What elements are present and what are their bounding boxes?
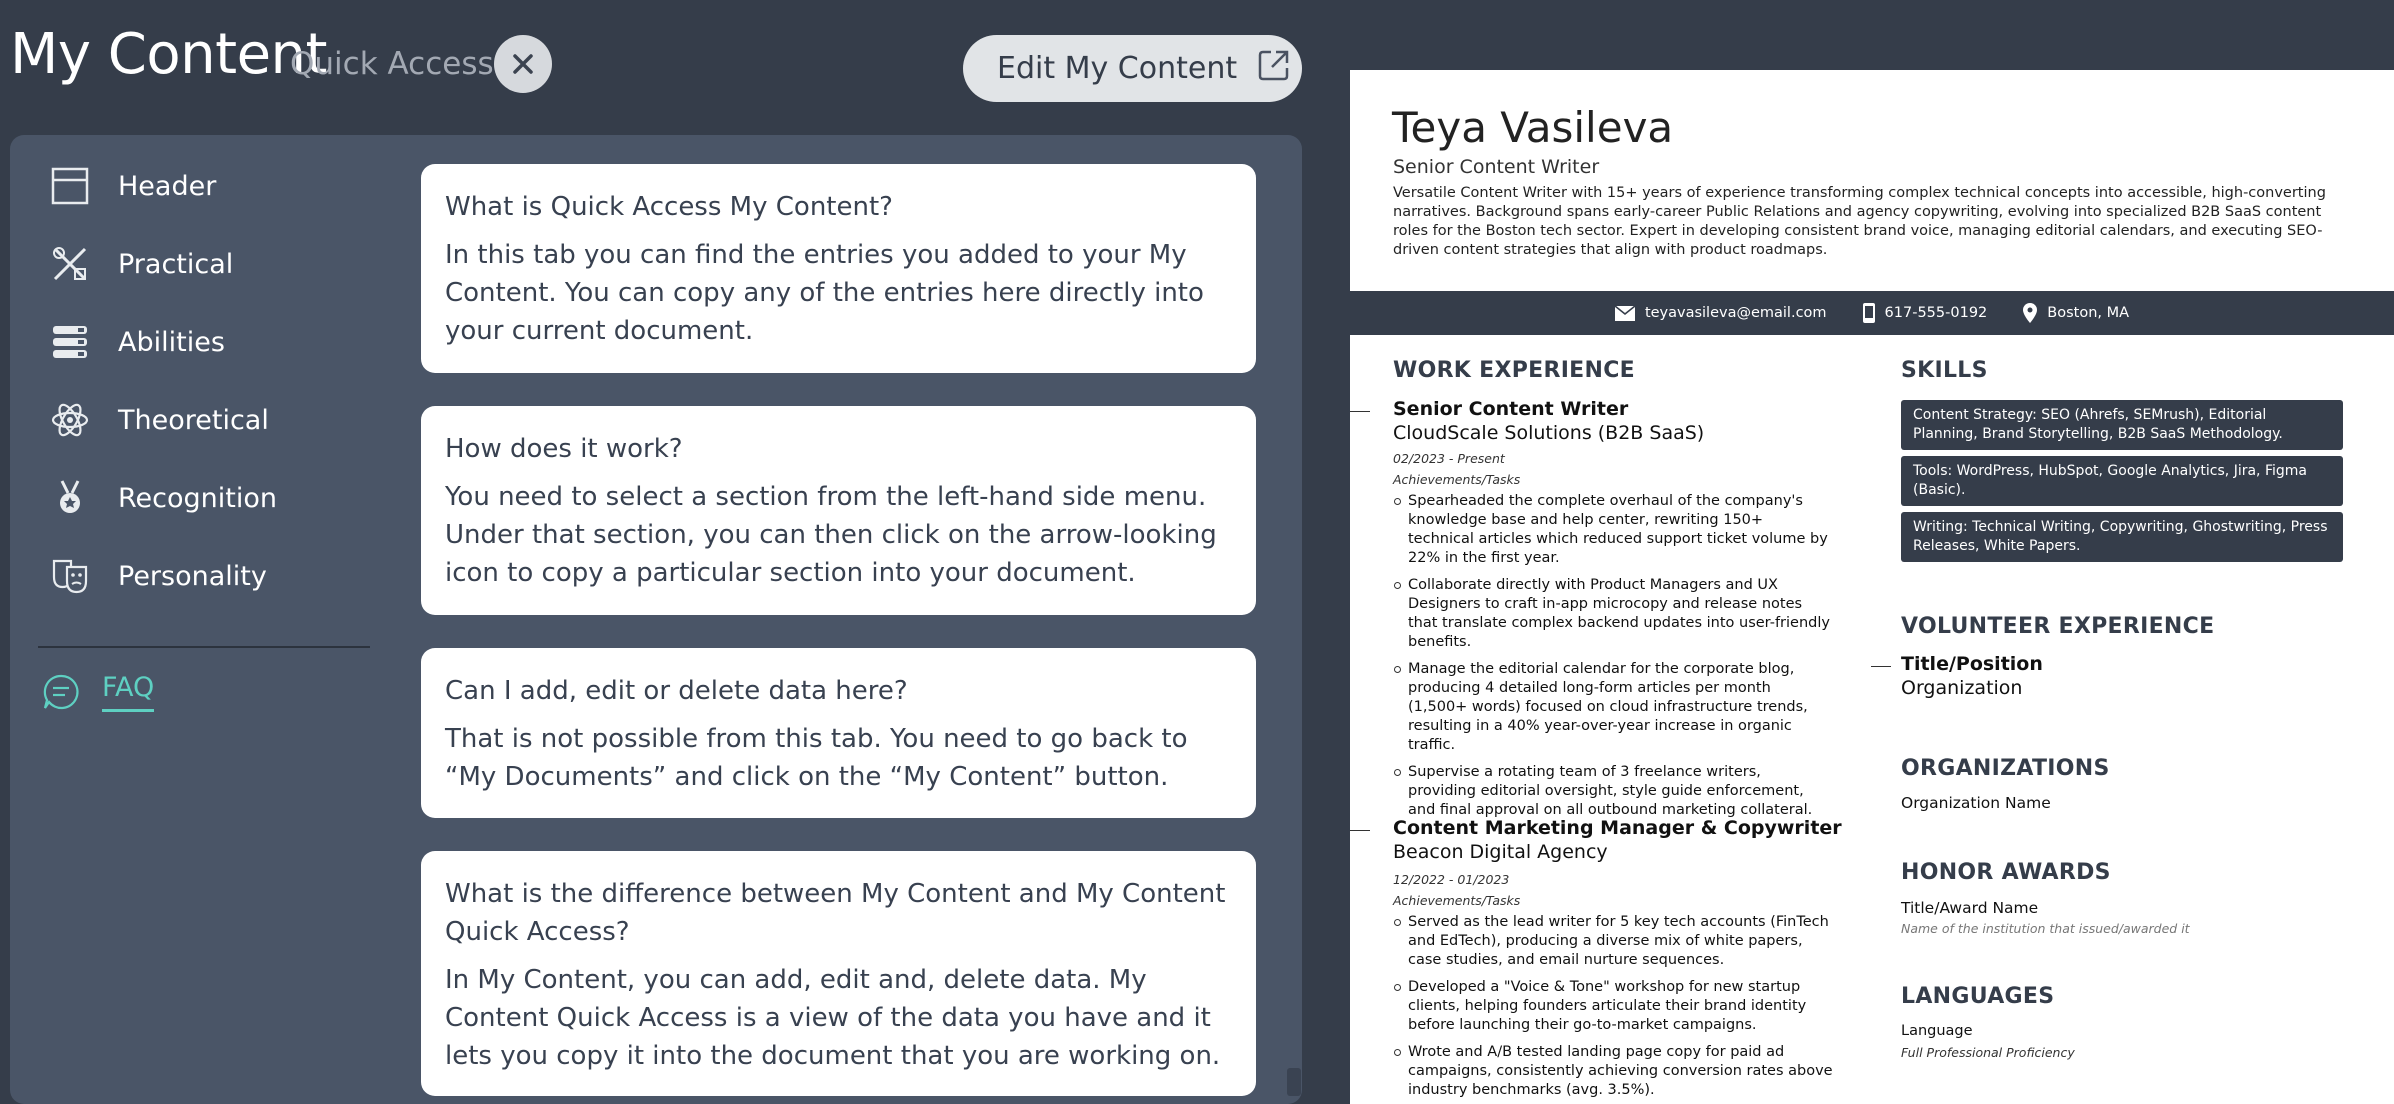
award-institution: Name of the institution that issued/awar… xyxy=(1901,921,2190,936)
faq-card: What is the difference between My Conten… xyxy=(421,851,1256,1096)
edit-my-content-button[interactable]: Edit My Content xyxy=(963,35,1302,102)
faq-question: What is the difference between My Conten… xyxy=(445,879,1226,947)
faq-answer: In My Content, you can add, edit and, de… xyxy=(445,965,1221,1071)
job-achievements-label: Achievements/Tasks xyxy=(1393,893,1521,908)
honor-awards-heading: HONOR AWARDS xyxy=(1901,860,2111,885)
faq-question: How does it work? xyxy=(445,434,683,464)
sidebar-item-faq[interactable]: FAQ xyxy=(42,672,155,712)
sidebar-item-personality[interactable]: Personality xyxy=(50,551,370,601)
list-item: Developed a "Voice & Tone" workshop for … xyxy=(1393,978,1833,1035)
list-item: Manage the editorial calendar for the co… xyxy=(1393,660,1833,755)
list-item: Spearheaded the complete overhaul of the… xyxy=(1393,492,1833,568)
sidebar-item-label: Practical xyxy=(118,248,234,280)
atom-icon xyxy=(50,400,90,440)
sidebar-item-recognition[interactable]: Recognition xyxy=(50,473,370,523)
languages-heading: LANGUAGES xyxy=(1901,984,2055,1009)
job-bullets: Served as the lead writer for 5 key tech… xyxy=(1393,913,1833,1104)
organization-name: Organization Name xyxy=(1901,794,2051,812)
sidebar-item-header[interactable]: Header xyxy=(50,161,370,211)
job-dates: 12/2022 - 01/2023 xyxy=(1393,872,1510,887)
volunteer-organization: Organization xyxy=(1901,677,2023,699)
chat-icon xyxy=(43,674,79,710)
skill-item: Writing: Technical Writing, Copywriting,… xyxy=(1901,512,2343,562)
sidebar-item-label: Header xyxy=(118,170,217,202)
close-icon xyxy=(513,54,533,74)
entry-marker xyxy=(1350,830,1370,831)
scrollbar-thumb[interactable] xyxy=(1287,1068,1301,1096)
skill-item: Tools: WordPress, HubSpot, Google Analyt… xyxy=(1901,456,2343,506)
page-subtitle: Quick Access xyxy=(290,46,494,82)
list-item: Served as the lead writer for 5 key tech… xyxy=(1393,913,1833,970)
edit-my-content-label: Edit My Content xyxy=(997,51,1238,86)
header-icon xyxy=(50,166,90,206)
contact-location: Boston, MA xyxy=(2023,303,2129,323)
language-name: Language xyxy=(1901,1023,1973,1039)
resume-document: Teya Vasileva Senior Content Writer Vers… xyxy=(1350,70,2394,1104)
location-pin-icon xyxy=(2023,303,2038,323)
resume-summary: Versatile Content Writer with 15+ years … xyxy=(1393,185,2326,258)
skill-item: Content Strategy: SEO (Ahrefs, SEMrush),… xyxy=(1901,400,2343,450)
faq-label: FAQ xyxy=(102,672,155,712)
work-experience-heading: WORK EXPERIENCE xyxy=(1393,358,1635,383)
sidebar-item-label: Abilities xyxy=(118,326,225,358)
sidebar-item-theoretical[interactable]: Theoretical xyxy=(50,395,370,445)
contact-phone: 617-555-0192 xyxy=(1862,303,1988,323)
organizations-heading: ORGANIZATIONS xyxy=(1901,756,2110,781)
sidebar-item-label: Theoretical xyxy=(118,404,269,436)
faq-card: Can I add, edit or delete data here? Tha… xyxy=(421,648,1256,818)
resume-role: Senior Content Writer xyxy=(1393,156,1600,178)
tools-icon xyxy=(50,244,90,284)
sidebar-item-label: Personality xyxy=(118,560,267,592)
faq-answer: In this tab you can find the entries you… xyxy=(445,240,1204,346)
masks-icon xyxy=(50,556,90,596)
job-company: Beacon Digital Agency xyxy=(1393,841,1608,863)
faq-card: How does it work? You need to select a s… xyxy=(421,406,1256,615)
job-company: CloudScale Solutions (B2B SaaS) xyxy=(1393,422,1705,444)
entry-marker xyxy=(1350,411,1370,412)
medal-icon xyxy=(50,478,90,518)
list-item: Supervise a rotating team of 3 freelance… xyxy=(1393,763,1833,820)
job-title: Senior Content Writer xyxy=(1393,398,1629,420)
entry-marker xyxy=(1871,666,1891,667)
resume-name: Teya Vasileva xyxy=(1392,103,1674,152)
list-item: Collaborate directly with Product Manage… xyxy=(1393,576,1833,652)
email-icon xyxy=(1614,305,1635,321)
stack-icon xyxy=(50,322,90,362)
location-text: Boston, MA xyxy=(2047,305,2130,321)
skills-heading: SKILLS xyxy=(1901,358,1988,383)
faq-answer: That is not possible from this tab. You … xyxy=(445,724,1188,792)
award-name: Title/Award Name xyxy=(1901,899,2039,917)
external-link-icon xyxy=(1257,48,1291,90)
job-dates: 02/2023 - Present xyxy=(1393,451,1505,466)
volunteer-position: Title/Position xyxy=(1901,653,2043,675)
volunteer-heading: VOLUNTEER EXPERIENCE xyxy=(1901,614,2215,639)
job-title: Content Marketing Manager & Copywriter xyxy=(1393,817,1842,839)
faq-question: What is Quick Access My Content? xyxy=(445,192,893,222)
email-text: teyavasileva@email.com xyxy=(1644,305,1827,321)
faq-question: Can I add, edit or delete data here? xyxy=(445,676,908,706)
job-bullets: Spearheaded the complete overhaul of the… xyxy=(1393,492,1833,828)
sidebar-item-label: Recognition xyxy=(118,482,277,514)
sidebar-item-practical[interactable]: Practical xyxy=(50,239,370,289)
faq-answer: You need to select a section from the le… xyxy=(445,482,1217,588)
phone-text: 617-555-0192 xyxy=(1884,305,1988,321)
page-title: My Content xyxy=(10,22,327,87)
contact-email: teyavasileva@email.com xyxy=(1614,305,1827,321)
sidebar-item-abilities[interactable]: Abilities xyxy=(50,317,370,367)
menu-divider xyxy=(38,646,370,648)
contact-bar: teyavasileva@email.com 617-555-0192 Bost… xyxy=(1350,291,2394,335)
list-item: Wrote and A/B tested landing page copy f… xyxy=(1393,1043,1833,1100)
phone-icon xyxy=(1862,303,1875,323)
language-level: Full Professional Proficiency xyxy=(1901,1045,2075,1060)
job-achievements-label: Achievements/Tasks xyxy=(1393,472,1521,487)
close-button[interactable] xyxy=(494,35,552,93)
faq-card: What is Quick Access My Content? In this… xyxy=(421,164,1256,373)
